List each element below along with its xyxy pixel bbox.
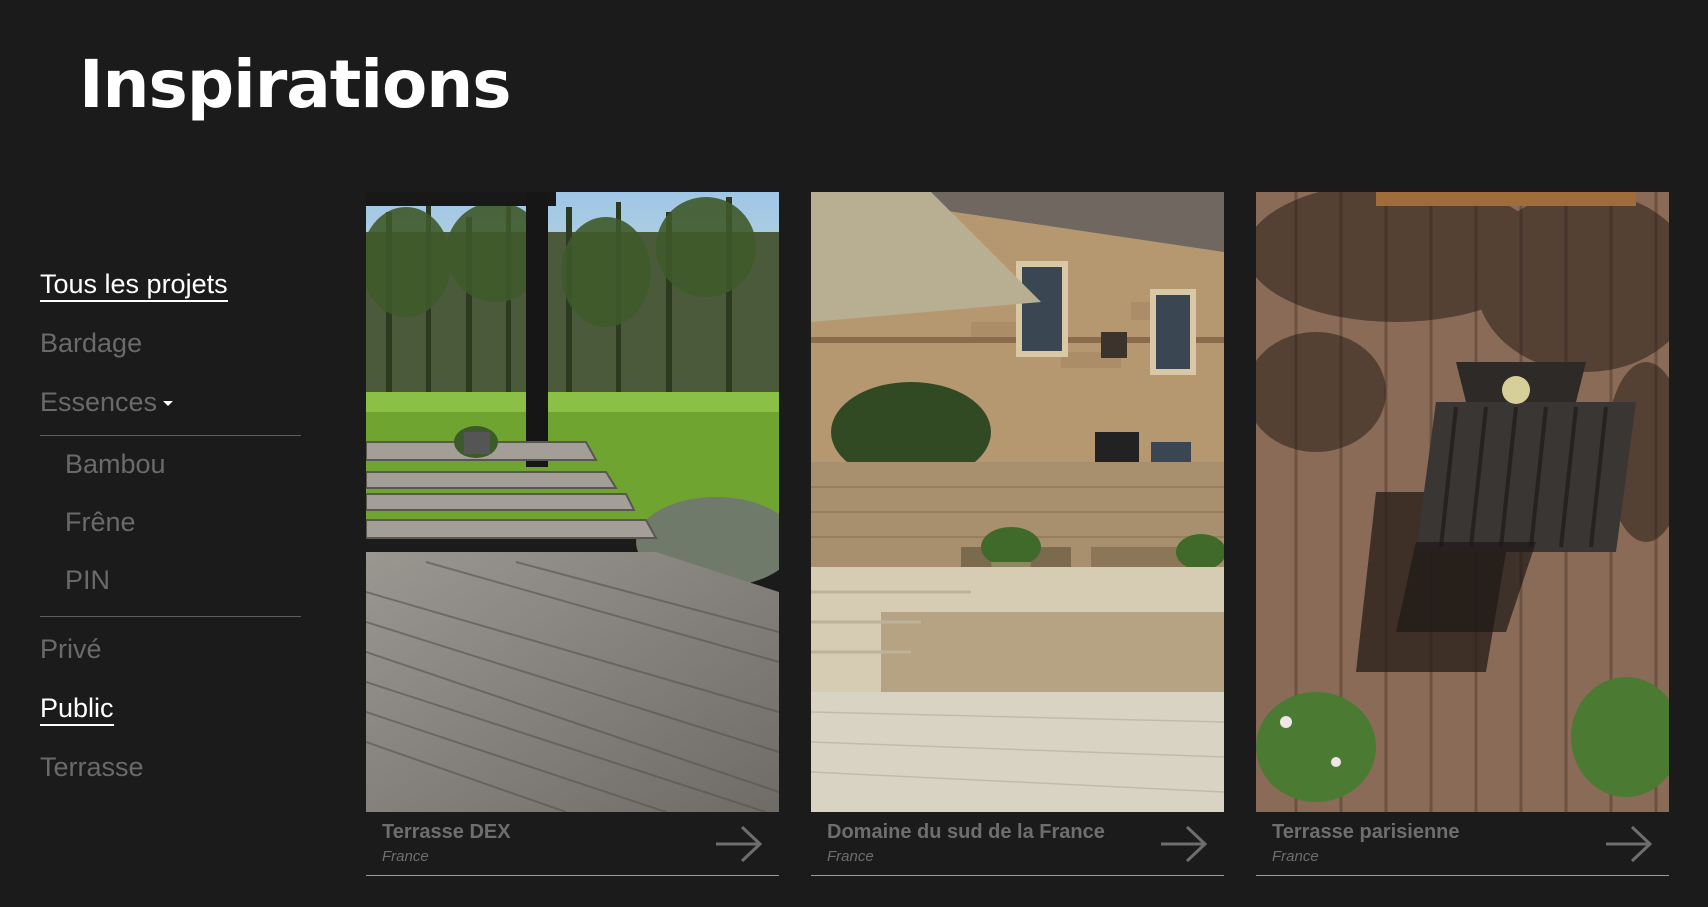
project-title: Domaine du sud de la France [827,821,1105,843]
filter-all-projects[interactable]: Tous les projets [40,260,301,319]
filter-essences-label: Essences [40,387,158,417]
project-location: France [827,848,874,865]
project-location: France [382,848,429,865]
project-image-domaine [811,192,1224,812]
project-image-deck [366,192,779,812]
project-card-footer: Terrasse DEX France [366,812,779,876]
project-card[interactable]: Terrasse parisienne France [1256,192,1669,876]
project-title: Terrasse parisienne [1272,821,1460,843]
filter-bardage[interactable]: Bardage [40,319,301,378]
project-card[interactable]: Domaine du sud de la France France [811,192,1224,876]
project-card-footer: Domaine du sud de la France France [811,812,1224,876]
filter-terrasse[interactable]: Terrasse [40,743,301,802]
arrow-right-icon[interactable] [714,824,764,864]
project-card-footer: Terrasse parisienne France [1256,812,1669,876]
filter-sidebar: Tous les projets Bardage Essences Bambou… [40,260,301,802]
essences-submenu: Bambou Frêne PIN [40,435,301,617]
project-title: Terrasse DEX [382,821,511,843]
project-image-parisienne [1256,192,1669,812]
filter-pin[interactable]: PIN [40,556,301,614]
project-card[interactable]: Terrasse DEX France [366,192,779,876]
filter-frene[interactable]: Frêne [40,498,301,556]
caret-down-icon [163,401,174,407]
filter-essences[interactable]: Essences [40,378,301,437]
filter-prive[interactable]: Privé [40,625,301,684]
filter-all-projects-label: Tous les projets [40,269,228,302]
filter-public-label: Public [40,693,114,726]
arrow-right-icon[interactable] [1604,824,1654,864]
filter-bambou[interactable]: Bambou [40,440,301,498]
arrow-right-icon[interactable] [1159,824,1209,864]
filter-public[interactable]: Public [40,684,301,743]
project-location: France [1272,848,1319,865]
page-title: Inspirations [79,46,512,123]
